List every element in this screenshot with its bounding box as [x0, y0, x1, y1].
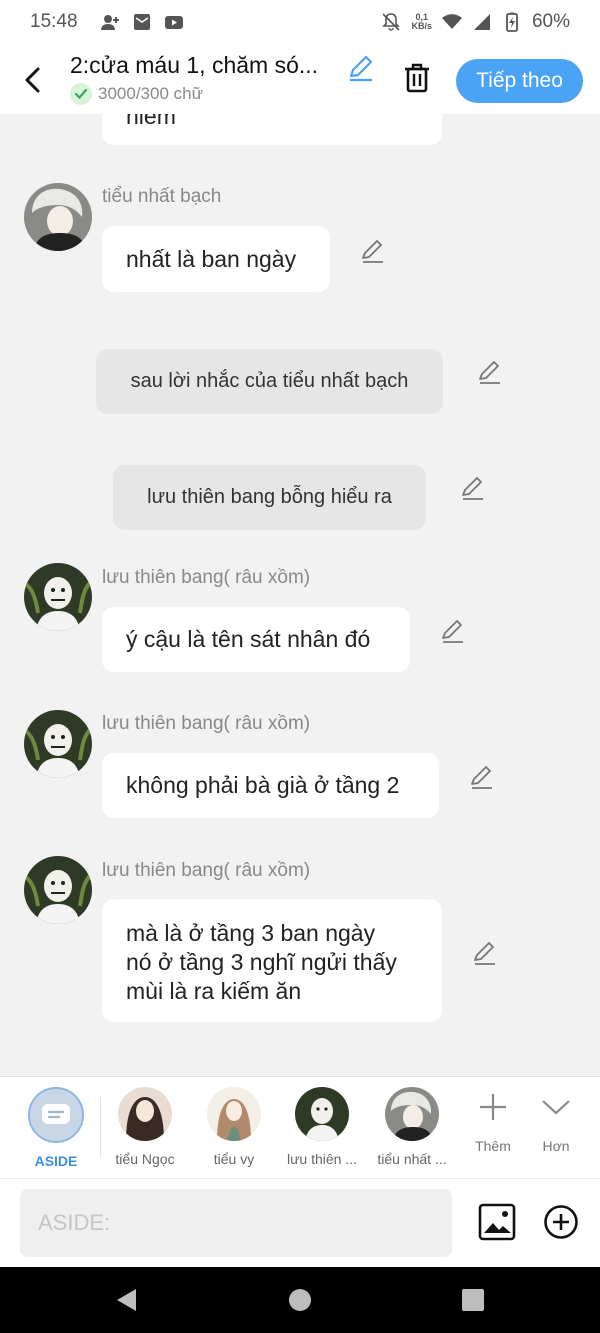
character-aside[interactable]: ASIDE: [16, 1087, 96, 1169]
character-avatar: [118, 1087, 172, 1141]
narration-bubble[interactable]: sau lời nhắc của tiểu nhất bạch: [96, 349, 443, 414]
message-text-line: nó ở tầng 3 nghĩ ngửi thấy: [126, 949, 397, 975]
character-bar: ASIDE tiểu Ngọc tiểu vy lưu thiên ... ti…: [0, 1076, 600, 1178]
youtube-icon: [164, 16, 183, 29]
cell-signal-icon: [473, 14, 490, 30]
word-count-row: 3000/300 chữ: [70, 83, 318, 105]
add-person-icon: [100, 15, 119, 30]
image-icon[interactable]: [478, 1203, 516, 1241]
back-icon[interactable]: [22, 66, 46, 94]
plus-icon: [480, 1094, 506, 1120]
check-icon: [70, 83, 92, 105]
notifications-off-icon: [382, 13, 401, 31]
sender-name: tiểu nhất bạch: [102, 186, 222, 207]
divider: [100, 1097, 101, 1157]
sender-name: lưu thiên bang( râu xồm): [102, 713, 311, 734]
message-bubble[interactable]: ý cậu là tên sát nhân đó: [102, 607, 410, 672]
chapter-title: 2:cửa máu 1, chăm só...: [70, 52, 319, 78]
message-text: nhất là ban ngày: [126, 245, 297, 272]
plus-circle-icon[interactable]: [543, 1204, 579, 1240]
chevron-down-icon: [542, 1100, 570, 1115]
sender-name: lưu thiên bang( râu xồm): [102, 567, 311, 588]
tool-label: Thêm: [475, 1138, 511, 1154]
character-tieu-vy[interactable]: tiểu vy: [194, 1087, 274, 1167]
character-luu-thien-bang[interactable]: lưu thiên ...: [282, 1087, 362, 1167]
net-speed-unit: KB/s: [411, 21, 432, 31]
character-label: tiểu nhất ...: [377, 1151, 447, 1167]
battery-charging-icon: [506, 12, 518, 32]
aside-input[interactable]: [20, 1189, 452, 1257]
sender-name: lưu thiên bang( râu xồm): [102, 860, 311, 881]
title-block: 2:cửa máu 1, chăm só... 3000/300 chữ: [70, 52, 318, 105]
edit-pencil-icon[interactable]: [472, 940, 498, 966]
character-avatar: [385, 1087, 439, 1141]
battery-percent: 60%: [531, 11, 570, 32]
status-time: 15:48: [30, 11, 78, 32]
avatar-tieu-nhat-bach[interactable]: [24, 183, 92, 251]
mail-icon: [133, 14, 150, 30]
next-button[interactable]: Tiếp theo: [456, 59, 583, 103]
edit-title-pencil-icon[interactable]: [347, 54, 375, 82]
wifi-icon: [441, 14, 462, 29]
narration-text: sau lời nhắc của tiểu nhất bạch: [130, 370, 409, 392]
character-tieu-nhat-bach[interactable]: tiểu nhất ...: [372, 1087, 452, 1167]
edit-pencil-icon[interactable]: [360, 238, 386, 264]
character-label: ASIDE: [34, 1153, 78, 1169]
nav-recents-icon[interactable]: [460, 1287, 486, 1313]
tool-label: Hơn: [542, 1138, 570, 1154]
nav-home-icon[interactable]: [287, 1287, 313, 1313]
add-character-button[interactable]: Thêm: [463, 1091, 523, 1154]
message-text: hiểm: [126, 114, 176, 129]
character-avatar: [295, 1087, 349, 1141]
collapse-button[interactable]: Hơn: [526, 1091, 586, 1154]
narration-text: lưu thiên bang bỗng hiểu ra: [147, 486, 392, 508]
edit-pencil-icon[interactable]: [460, 475, 486, 501]
character-label: lưu thiên ...: [286, 1151, 358, 1167]
character-label: tiểu vy: [213, 1151, 255, 1167]
message-bubble-partial[interactable]: hiểm: [102, 114, 442, 145]
net-speed: 0,1 KB/s: [411, 13, 432, 31]
avatar-luu-thien-bang[interactable]: [24, 710, 92, 778]
nav-back-icon[interactable]: [114, 1287, 140, 1313]
narration-bubble[interactable]: lưu thiên bang bỗng hiểu ra: [113, 465, 426, 530]
avatar-luu-thien-bang[interactable]: [24, 563, 92, 631]
message-bubble[interactable]: mà là ở tầng 3 ban ngày nó ở tầng 3 nghĩ…: [102, 899, 442, 1022]
system-nav-bar: [0, 1267, 600, 1333]
character-avatar: [207, 1087, 261, 1141]
message-text: không phải bà già ở tầng 2: [126, 772, 400, 798]
chat-area[interactable]: hiểm tiểu nhất bạch nhất là ban ngày sau…: [0, 114, 600, 1076]
app-header: 2:cửa máu 1, chăm só... 3000/300 chữ Tiế…: [0, 44, 600, 114]
message-text-line: mùi là ra kiếm ăn: [126, 978, 302, 1004]
message-bubble[interactable]: nhất là ban ngày: [102, 226, 330, 292]
character-label: tiểu Ngọc: [115, 1151, 175, 1167]
edit-pencil-icon[interactable]: [440, 618, 466, 644]
word-count: 3000/300 chữ: [98, 84, 203, 103]
message-bubble[interactable]: không phải bà già ở tầng 2: [102, 753, 439, 818]
character-tieu-ngoc[interactable]: tiểu Ngọc: [105, 1087, 185, 1167]
edit-pencil-icon[interactable]: [469, 764, 495, 790]
trash-icon[interactable]: [402, 62, 432, 94]
input-row: [0, 1178, 600, 1267]
message-text-line: mà là ở tầng 3 ban ngày: [126, 920, 376, 946]
message-text: ý cậu là tên sát nhân đó: [126, 626, 371, 652]
avatar-luu-thien-bang[interactable]: [24, 856, 92, 924]
aside-avatar: [28, 1087, 84, 1143]
edit-pencil-icon[interactable]: [477, 359, 503, 385]
status-bar: 15:48 0,1 KB/s 60%: [0, 0, 600, 44]
